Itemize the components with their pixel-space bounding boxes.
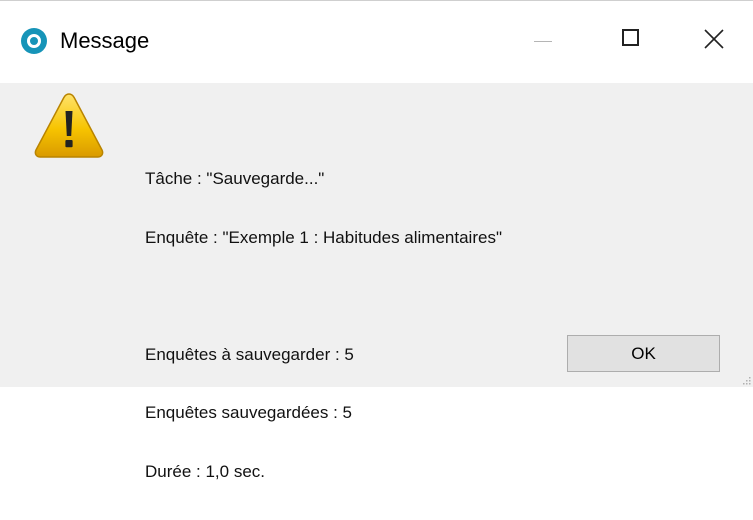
message-window: Message Tâche : "Sauvegarde..." Enquête … [0,0,753,481]
title-bar[interactable]: Message [0,0,753,83]
message-text: Tâche : "Sauvegarde..." Enquête : "Exemp… [145,130,502,520]
minimize-icon [534,41,552,42]
maximize-button[interactable] [598,9,662,71]
ok-button[interactable]: OK [567,335,720,372]
window-title: Message [60,28,150,53]
maximize-icon [622,29,639,46]
close-button[interactable] [682,9,746,71]
survey-line: Enquête : "Exemple 1 : Habitudes aliment… [145,227,502,247]
close-icon [704,29,724,49]
task-line: Tâche : "Sauvegarde..." [145,169,325,188]
duration-line: Durée : 1,0 sec. [145,461,266,481]
minimize-button[interactable] [510,9,574,71]
to-save-line: Enquêtes à sauvegarder : 5 [145,344,354,364]
app-logo-icon [21,28,47,54]
resize-grip-icon[interactable] [741,375,751,385]
saved-line: Enquêtes sauvegardées : 5 [145,403,352,422]
warning-icon [34,93,104,158]
